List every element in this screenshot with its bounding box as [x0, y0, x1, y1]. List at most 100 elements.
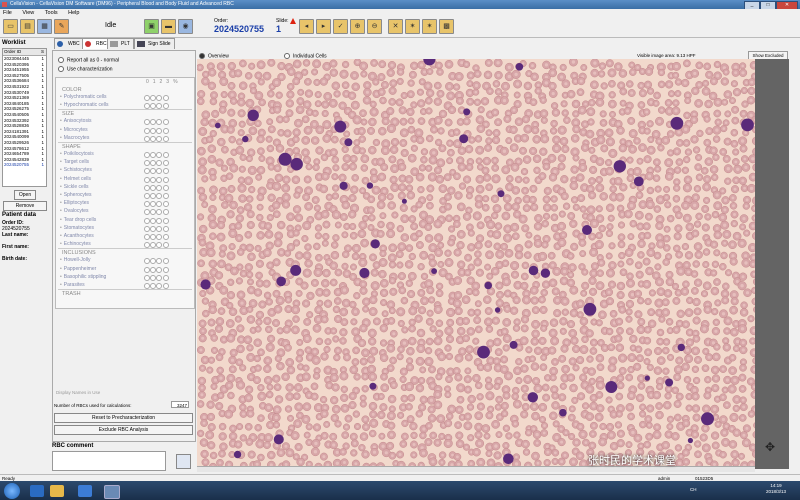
morphology-row[interactable]: • Parasites: [60, 282, 85, 288]
morphology-row[interactable]: • Helmet cells: [60, 176, 91, 182]
grade-radio-1[interactable]: [150, 225, 157, 232]
grade-radio-3[interactable]: [162, 274, 169, 281]
morphology-row[interactable]: • Spherocytes: [60, 192, 92, 198]
col-slide[interactable]: S: [41, 49, 44, 55]
grade-radio-1[interactable]: [150, 176, 157, 183]
morphology-row[interactable]: • Basophilic stippling: [60, 274, 106, 280]
comment-edit-button[interactable]: [176, 454, 191, 469]
smear-image[interactable]: [197, 59, 755, 469]
grade-radio-1[interactable]: [150, 135, 157, 142]
grade-radio-2[interactable]: [156, 225, 163, 232]
morphology-row[interactable]: • Elliptocytes: [60, 200, 89, 206]
grade-radio-3[interactable]: [162, 217, 169, 224]
grade-radio-0[interactable]: [144, 217, 150, 224]
morphology-row[interactable]: • Acanthocytes: [60, 233, 94, 239]
grade-radio-3[interactable]: [162, 225, 169, 232]
morphology-row[interactable]: • Pappenheimer: [60, 266, 96, 272]
grade-radio-0[interactable]: [144, 135, 150, 142]
grade-radio-1[interactable]: [150, 119, 157, 126]
grade-radio-1[interactable]: [150, 234, 157, 240]
previous-slide-button[interactable]: ◂: [299, 19, 314, 34]
morphology-row[interactable]: • Howell-Jolly: [60, 257, 90, 263]
grade-radio-0[interactable]: [144, 95, 150, 101]
grade-radio-0[interactable]: [144, 242, 150, 249]
grade-radio-0[interactable]: [144, 283, 150, 289]
col-order-id[interactable]: Order ID: [4, 49, 21, 55]
grade-radio-0[interactable]: [144, 127, 150, 134]
tool-d-button[interactable]: ▩: [439, 19, 454, 34]
grade-radio-2[interactable]: [156, 184, 163, 191]
grade-radio-3[interactable]: [162, 242, 169, 249]
folder-button[interactable]: ▭: [3, 19, 18, 34]
grade-radio-2[interactable]: [156, 193, 163, 199]
report-normal-option[interactable]: Report all as 0 - normal: [58, 57, 119, 63]
slide-button[interactable]: ▬: [161, 19, 176, 34]
morphology-row[interactable]: • Macrocytes: [60, 135, 89, 141]
tab-sign-slide[interactable]: Sign Slide: [134, 38, 175, 49]
morphology-row[interactable]: • Anisocytosis: [60, 118, 92, 124]
morphology-row[interactable]: • Stomatocytes: [60, 225, 94, 231]
grade-radio-1[interactable]: [150, 103, 157, 110]
grade-radio-0[interactable]: [144, 119, 150, 126]
grade-radio-2[interactable]: [156, 266, 163, 273]
grade-radio-2[interactable]: [156, 258, 163, 265]
grade-radio-1[interactable]: [150, 127, 157, 134]
morphology-row[interactable]: • Hypochromatic cells: [60, 102, 109, 108]
grade-radio-3[interactable]: [162, 119, 169, 126]
grade-radio-2[interactable]: [156, 234, 163, 240]
grade-radio-3[interactable]: [162, 283, 169, 289]
grade-radio-0[interactable]: [144, 176, 150, 183]
tools-button[interactable]: ✎: [54, 19, 69, 34]
grade-radio-3[interactable]: [162, 176, 169, 183]
zoom-in-button[interactable]: ⊕: [350, 19, 365, 34]
grade-radio-0[interactable]: [144, 258, 150, 265]
grade-radio-2[interactable]: [156, 242, 163, 249]
grade-radio-2[interactable]: [156, 168, 163, 175]
grade-radio-3[interactable]: [162, 103, 169, 110]
grade-radio-0[interactable]: [144, 160, 150, 167]
grade-radio-3[interactable]: [162, 201, 169, 208]
open-button[interactable]: ▤: [20, 19, 35, 34]
report-normal-radio[interactable]: [58, 57, 64, 63]
tool-c-button[interactable]: ✶: [422, 19, 437, 34]
zoom-out-button[interactable]: ⊖: [367, 19, 382, 34]
grade-radio-3[interactable]: [162, 168, 169, 175]
grade-radio-2[interactable]: [156, 160, 163, 167]
grade-radio-1[interactable]: [150, 168, 157, 175]
grade-radio-1[interactable]: [150, 242, 157, 249]
morphology-row[interactable]: • Ovalocytes: [60, 208, 89, 214]
menu-tools[interactable]: Tools: [45, 10, 58, 16]
camera-button[interactable]: ◉: [178, 19, 193, 34]
grade-radio-0[interactable]: [144, 234, 150, 240]
grade-radio-0[interactable]: [144, 168, 150, 175]
grade-radio-3[interactable]: [162, 193, 169, 199]
grade-radio-1[interactable]: [150, 283, 157, 289]
grade-radio-1[interactable]: [150, 266, 157, 273]
use-characterization-option[interactable]: Use characterization: [58, 66, 113, 72]
exclude-rbc-analysis-button[interactable]: Exclude RBC Analysis: [54, 425, 193, 435]
grade-radio-3[interactable]: [162, 127, 169, 134]
grade-radio-2[interactable]: [156, 103, 163, 110]
tool-a-button[interactable]: ✕: [388, 19, 403, 34]
grade-radio-1[interactable]: [150, 201, 157, 208]
remove-button[interactable]: Remove: [3, 201, 47, 211]
morphology-row[interactable]: • Microcytes: [60, 127, 88, 133]
grade-radio-2[interactable]: [156, 209, 163, 216]
grade-radio-2[interactable]: [156, 127, 163, 134]
grade-radio-3[interactable]: [162, 95, 169, 101]
grade-radio-1[interactable]: [150, 209, 157, 216]
grade-radio-2[interactable]: [156, 152, 163, 158]
scan-button[interactable]: ▣: [144, 19, 159, 34]
morphology-row[interactable]: • Polychromatic cells: [60, 94, 107, 100]
grade-radio-1[interactable]: [150, 160, 157, 167]
tool-b-button[interactable]: ✶: [405, 19, 420, 34]
grade-radio-0[interactable]: [144, 274, 150, 281]
grade-radio-1[interactable]: [150, 184, 157, 191]
grade-radio-0[interactable]: [144, 209, 150, 216]
tab-plt[interactable]: PLT: [107, 38, 134, 49]
grade-radio-2[interactable]: [156, 95, 163, 101]
print-button[interactable]: ▦: [37, 19, 52, 34]
morphology-row[interactable]: • Tear drop cells: [60, 217, 96, 223]
menu-view[interactable]: View: [22, 10, 34, 16]
grade-radio-2[interactable]: [156, 217, 163, 224]
